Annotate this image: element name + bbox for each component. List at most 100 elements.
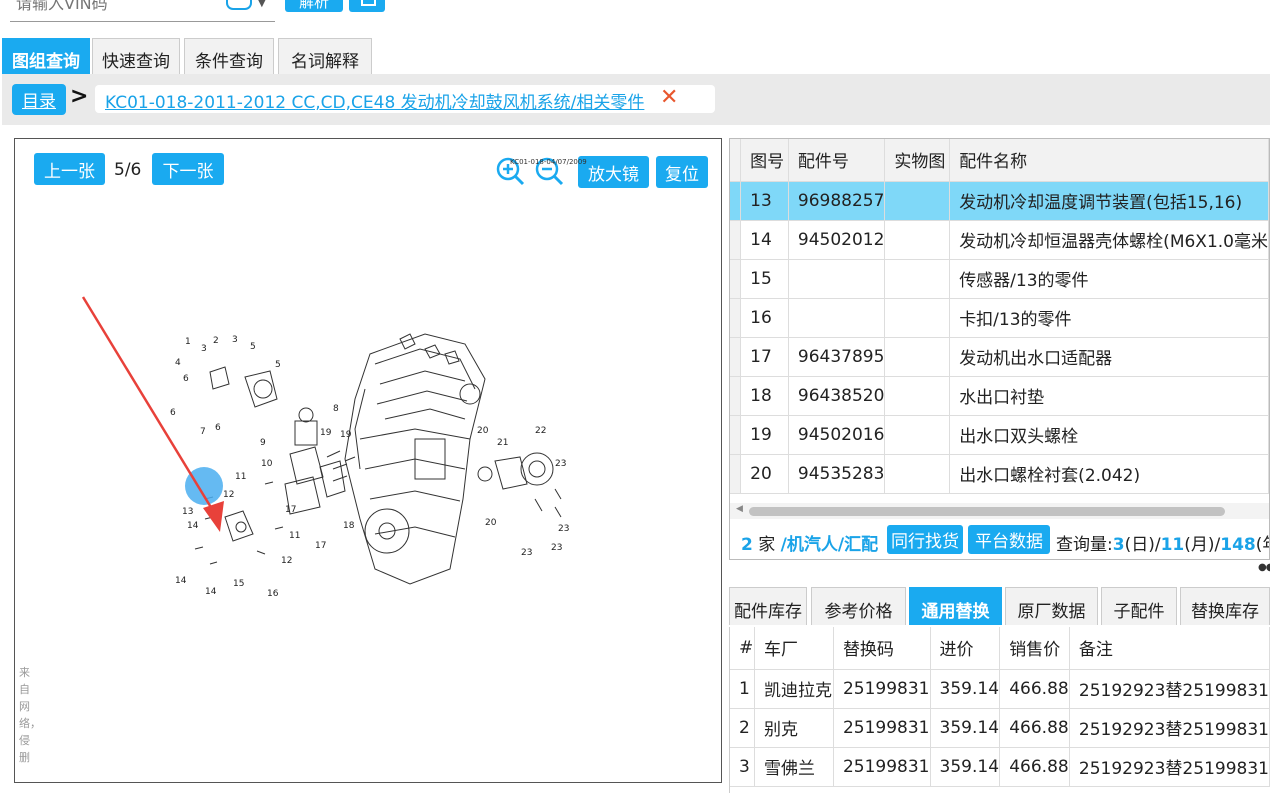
col-header-cost[interactable]: 进价 <box>930 627 1001 670</box>
cell-photo <box>884 181 951 221</box>
callout-number[interactable]: 23 <box>558 524 569 534</box>
same-trade-find-button[interactable]: 同行找货 <box>887 525 963 554</box>
cell-figure-no: 20 <box>740 454 789 494</box>
parts-table-row[interactable]: 17 96437895 发动机出水口适配器 <box>730 337 1269 377</box>
substitutes-table-header: # 车厂 替换码 进价 销售价 备注 <box>730 627 1270 670</box>
parts-table-row[interactable]: 20 94535283 出水口螺栓衬套(2.042) <box>730 454 1269 494</box>
cell-part-no <box>788 298 886 338</box>
tab-reference-price[interactable]: 参考价格 <box>811 587 906 625</box>
col-header-part-name[interactable]: 配件名称 <box>949 139 1269 182</box>
col-header-replace-code[interactable]: 替换码 <box>833 627 931 670</box>
tab-quick-query[interactable]: 快速查询 <box>92 38 180 74</box>
cell-replace-code: 25199831 <box>833 669 931 709</box>
callout-number[interactable]: 20 <box>477 426 489 436</box>
tab-oem-data[interactable]: 原厂数据 <box>1005 587 1098 625</box>
scrollbar-thumb[interactable] <box>749 507 1225 516</box>
platform-data-button[interactable]: 平台数据 <box>968 525 1050 554</box>
parts-table-row[interactable]: 13 96988257 发动机冷却温度调节装置(包括15,16) <box>730 181 1269 221</box>
callout-number[interactable]: 13 <box>182 507 193 517</box>
query-day-count: 3 <box>1112 535 1125 555</box>
callout-number[interactable]: 20 <box>485 518 497 528</box>
substitutes-table: # 车厂 替换码 进价 销售价 备注 1 凯迪拉克 25199831 359.14 46… <box>730 627 1270 787</box>
callout-number[interactable]: 3 <box>232 335 238 345</box>
callout-number[interactable]: 9 <box>260 438 266 448</box>
scroll-left-icon[interactable]: ◀ <box>736 504 743 514</box>
col-header-sale-price[interactable]: 销售价 <box>999 627 1070 670</box>
callout-number[interactable]: 23 <box>521 548 532 558</box>
col-header-photo[interactable]: 实物图 <box>884 139 951 182</box>
tab-glossary[interactable]: 名词解释 <box>278 38 372 74</box>
row-handle <box>730 259 742 299</box>
callout-number[interactable]: 5 <box>250 342 256 352</box>
parts-table-row[interactable]: 16 卡扣/13的零件 <box>730 298 1269 338</box>
parts-table-row[interactable]: 15 传感器/13的零件 <box>730 259 1269 299</box>
callout-number[interactable]: 7 <box>200 427 206 437</box>
close-icon[interactable]: ✕ <box>660 85 678 110</box>
callout-number[interactable]: 19 <box>320 428 332 438</box>
parts-table-row[interactable]: 18 96438520 水出口衬垫 <box>730 376 1269 416</box>
cell-part-name: 出水口双头螺栓 <box>949 415 1269 455</box>
callout-number[interactable]: 21 <box>497 438 508 448</box>
callout-number[interactable]: 19 <box>340 430 352 440</box>
callout-number[interactable]: 14 <box>205 587 217 597</box>
more-icon[interactable]: ●● <box>1258 562 1270 573</box>
callout-number[interactable]: 23 <box>555 459 566 469</box>
callout-number[interactable]: 11 <box>289 531 300 541</box>
col-header-figure-no[interactable]: 图号 <box>740 139 789 182</box>
parts-table-row[interactable]: 14 94502012 发动机冷却恒温器壳体螺栓(M6X1.0毫米 <box>730 220 1269 260</box>
cell-index: 1 <box>730 669 755 709</box>
callout-number[interactable]: 15 <box>233 579 244 589</box>
substitutes-table-row[interactable]: 1 凯迪拉克 25199831 359.14 466.88 25192923替251998… <box>730 669 1270 709</box>
tab-sub-parts[interactable]: 子配件 <box>1101 587 1177 625</box>
parts-table-row[interactable]: 19 94502016 出水口双头螺栓 <box>730 415 1269 455</box>
query-month-count: 11 <box>1160 535 1185 555</box>
callout-number[interactable]: 14 <box>175 576 187 586</box>
breadcrumb-home-button[interactable]: 目录 <box>12 84 66 115</box>
col-header-note[interactable]: 备注 <box>1069 627 1270 670</box>
callout-number[interactable]: 14 <box>187 521 199 531</box>
callout-number[interactable]: 12 <box>223 490 234 500</box>
tab-universal-replace[interactable]: 通用替换 <box>909 587 1002 625</box>
chevron-down-icon[interactable]: ▼ <box>258 0 266 9</box>
cell-maker: 凯迪拉克 <box>754 669 834 709</box>
substitutes-table-panel: # 车厂 替换码 进价 销售价 备注 1 凯迪拉克 25199831 359.14 46… <box>729 627 1270 793</box>
callout-number[interactable]: 4 <box>175 358 181 368</box>
callout-number[interactable]: 3 <box>201 344 207 354</box>
tab-replace-stock[interactable]: 替换库存 <box>1180 587 1270 625</box>
breadcrumb-item-link[interactable]: KC01-018-2011-2012 CC,CD,CE48 发动机冷却鼓风机系统… <box>105 88 644 113</box>
substitutes-table-row[interactable]: 3 雪佛兰 25199831 359.14 466.88 25192923替2519983… <box>730 747 1270 787</box>
cell-photo <box>884 376 951 416</box>
callout-number[interactable]: 11 <box>235 472 246 482</box>
callout-number[interactable]: 17 <box>315 541 326 551</box>
callout-number[interactable]: 5 <box>275 360 281 370</box>
tab-group-query[interactable]: 图组查询 <box>2 38 90 74</box>
callout-number[interactable]: 1 <box>185 337 191 347</box>
callout-number[interactable]: 6 <box>183 374 189 384</box>
substitutes-table-row[interactable]: 2 别克 25199831 359.14 466.88 25192923替25199831 <box>730 708 1270 748</box>
exploded-parts-diagram[interactable]: KC01-018-04/07/2009 1 2 3 345 566 678 91… <box>15 139 721 782</box>
callout-number[interactable]: 18 <box>343 521 355 531</box>
col-header-maker[interactable]: 车厂 <box>754 627 834 670</box>
callout-number[interactable]: 22 <box>535 426 546 436</box>
callout-number[interactable]: 16 <box>267 589 279 599</box>
callout-number[interactable]: 6 <box>215 423 221 433</box>
cell-note: 25192923替25199831 <box>1069 747 1270 787</box>
col-header-part-no[interactable]: 配件号 <box>788 139 886 182</box>
callout-number[interactable]: 12 <box>281 556 292 566</box>
parse-button[interactable]: 解析 <box>285 0 343 12</box>
tab-condition-query[interactable]: 条件查询 <box>184 38 274 74</box>
trash-icon[interactable] <box>349 0 385 12</box>
supplier-sources[interactable]: /机汽人/汇配 <box>781 535 878 555</box>
callout-number[interactable]: 17 <box>285 505 296 515</box>
col-header-index: # <box>730 627 755 670</box>
tab-parts-stock[interactable]: 配件库存 <box>729 587 807 625</box>
cell-cost: 359.14 <box>930 708 1001 748</box>
callout-number[interactable]: 23 <box>551 543 562 553</box>
camera-icon[interactable] <box>226 0 252 10</box>
horizontal-scrollbar[interactable]: ◀ <box>730 503 1269 519</box>
callout-number[interactable]: 2 <box>213 336 219 346</box>
callout-number[interactable]: 10 <box>261 459 273 469</box>
callout-number[interactable]: 8 <box>333 404 339 414</box>
cell-part-no: 94535283 <box>788 454 886 494</box>
callout-number[interactable]: 6 <box>170 408 176 418</box>
